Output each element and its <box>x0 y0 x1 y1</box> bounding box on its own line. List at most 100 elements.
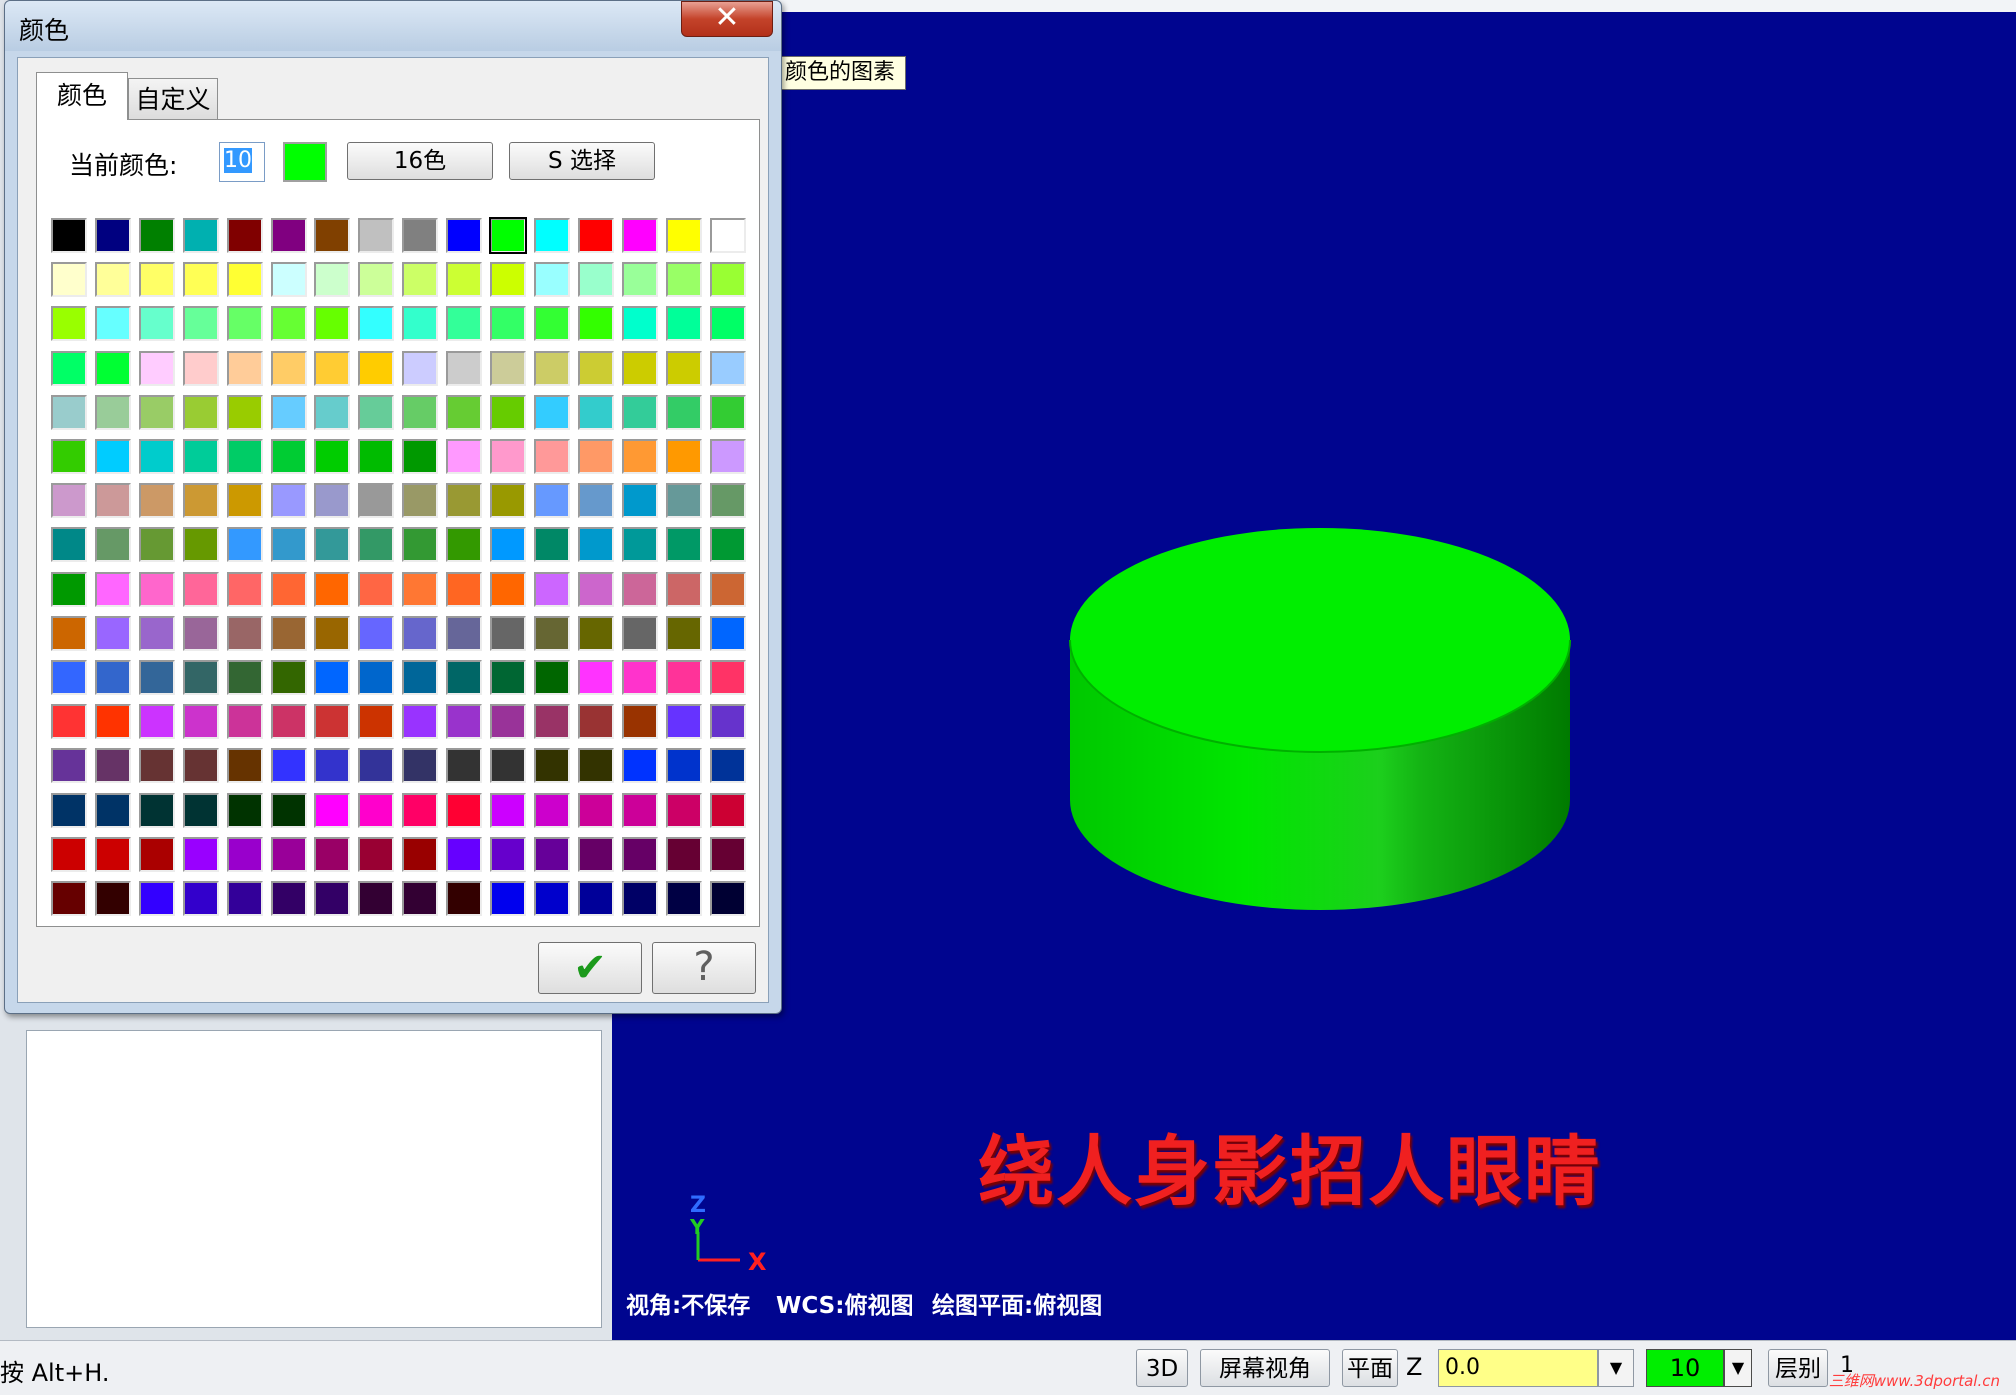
color-swatch[interactable] <box>578 704 614 739</box>
color-swatch[interactable] <box>402 704 438 739</box>
3d-button[interactable]: 3D <box>1136 1349 1188 1387</box>
color-swatch[interactable] <box>183 660 219 695</box>
color-swatch[interactable] <box>183 439 219 474</box>
color-swatch[interactable] <box>490 660 526 695</box>
color-swatch[interactable] <box>578 748 614 783</box>
color-swatch[interactable] <box>271 837 307 872</box>
color-swatch[interactable] <box>314 439 350 474</box>
color-swatch[interactable] <box>622 439 658 474</box>
close-button[interactable]: ✕ <box>681 1 773 37</box>
color-swatch[interactable] <box>622 616 658 651</box>
color-swatch[interactable] <box>314 793 350 828</box>
color-swatch[interactable] <box>402 616 438 651</box>
color-swatch[interactable] <box>402 793 438 828</box>
color-swatch[interactable] <box>490 793 526 828</box>
color-swatch[interactable] <box>666 793 702 828</box>
color-dropdown-icon[interactable]: ▼ <box>1724 1349 1752 1387</box>
color-swatch[interactable] <box>183 793 219 828</box>
color-swatch[interactable] <box>139 262 175 297</box>
color-swatch[interactable] <box>183 572 219 607</box>
color-swatch[interactable] <box>314 748 350 783</box>
color-swatch[interactable] <box>622 660 658 695</box>
color-swatch[interactable] <box>95 483 131 518</box>
color-swatch[interactable] <box>666 572 702 607</box>
color-swatch[interactable] <box>139 704 175 739</box>
color-swatch[interactable] <box>271 881 307 916</box>
tab-color[interactable]: 颜色 <box>36 72 128 120</box>
color-swatch[interactable] <box>489 217 527 254</box>
color-swatch[interactable] <box>139 881 175 916</box>
color-swatch[interactable] <box>622 527 658 562</box>
color-swatch[interactable] <box>666 748 702 783</box>
color-swatch[interactable] <box>227 527 263 562</box>
color-swatch[interactable] <box>446 218 482 253</box>
color-swatch[interactable] <box>446 793 482 828</box>
color-swatch[interactable] <box>710 704 746 739</box>
color-swatch[interactable] <box>227 483 263 518</box>
color-swatch[interactable] <box>402 527 438 562</box>
color-swatch[interactable] <box>534 793 570 828</box>
color-swatch[interactable] <box>578 395 614 430</box>
color-swatch[interactable] <box>490 306 526 341</box>
color-swatch[interactable] <box>139 218 175 253</box>
color-swatch[interactable] <box>51 218 87 253</box>
color-swatch[interactable] <box>534 616 570 651</box>
color-swatch[interactable] <box>402 572 438 607</box>
layer-button[interactable]: 层别 <box>1768 1349 1828 1387</box>
color-swatch[interactable] <box>358 483 394 518</box>
color-swatch[interactable] <box>490 748 526 783</box>
color-swatch[interactable] <box>402 395 438 430</box>
green-cylinder[interactable] <box>1060 510 1580 910</box>
color-swatch[interactable] <box>490 704 526 739</box>
color-swatch[interactable] <box>227 572 263 607</box>
color-swatch[interactable] <box>666 704 702 739</box>
system-color-field[interactable]: 10 <box>1646 1349 1724 1387</box>
color-swatch[interactable] <box>666 483 702 518</box>
color-swatch[interactable] <box>710 483 746 518</box>
color-swatch[interactable] <box>446 527 482 562</box>
screen-view-button[interactable]: 屏幕视角 <box>1200 1349 1330 1387</box>
color-swatch[interactable] <box>358 306 394 341</box>
color-swatch[interactable] <box>139 527 175 562</box>
color-swatch[interactable] <box>446 262 482 297</box>
color-swatch[interactable] <box>183 483 219 518</box>
color-swatch[interactable] <box>666 351 702 386</box>
color-swatch[interactable] <box>578 572 614 607</box>
color-swatch[interactable] <box>710 837 746 872</box>
color-swatch[interactable] <box>622 572 658 607</box>
color-swatch[interactable] <box>578 439 614 474</box>
color-swatch[interactable] <box>578 660 614 695</box>
color-swatch[interactable] <box>95 793 131 828</box>
color-swatch[interactable] <box>710 527 746 562</box>
color-swatch[interactable] <box>51 262 87 297</box>
color-swatch[interactable] <box>314 660 350 695</box>
color-swatch[interactable] <box>51 748 87 783</box>
color-swatch[interactable] <box>139 483 175 518</box>
color-swatch[interactable] <box>534 218 570 253</box>
color-swatch[interactable] <box>139 572 175 607</box>
color-swatch[interactable] <box>402 837 438 872</box>
color-swatch[interactable] <box>139 748 175 783</box>
color-swatch[interactable] <box>358 262 394 297</box>
color-swatch[interactable] <box>358 793 394 828</box>
color-swatch[interactable] <box>622 306 658 341</box>
color-swatch[interactable] <box>358 218 394 253</box>
color-swatch[interactable] <box>95 439 131 474</box>
color-swatch[interactable] <box>490 351 526 386</box>
plane-button[interactable]: 平面 <box>1342 1349 1398 1387</box>
color-swatch[interactable] <box>402 439 438 474</box>
color-swatch[interactable] <box>534 351 570 386</box>
color-swatch[interactable] <box>446 660 482 695</box>
color-swatch[interactable] <box>51 616 87 651</box>
color-swatch[interactable] <box>271 616 307 651</box>
color-swatch[interactable] <box>622 483 658 518</box>
color-swatch[interactable] <box>534 572 570 607</box>
color-swatch[interactable] <box>95 660 131 695</box>
color-swatch[interactable] <box>666 881 702 916</box>
color-swatch[interactable] <box>710 616 746 651</box>
color-swatch[interactable] <box>227 395 263 430</box>
color-swatch[interactable] <box>358 616 394 651</box>
color-swatch[interactable] <box>271 704 307 739</box>
color-swatch[interactable] <box>402 660 438 695</box>
color-swatch[interactable] <box>51 572 87 607</box>
